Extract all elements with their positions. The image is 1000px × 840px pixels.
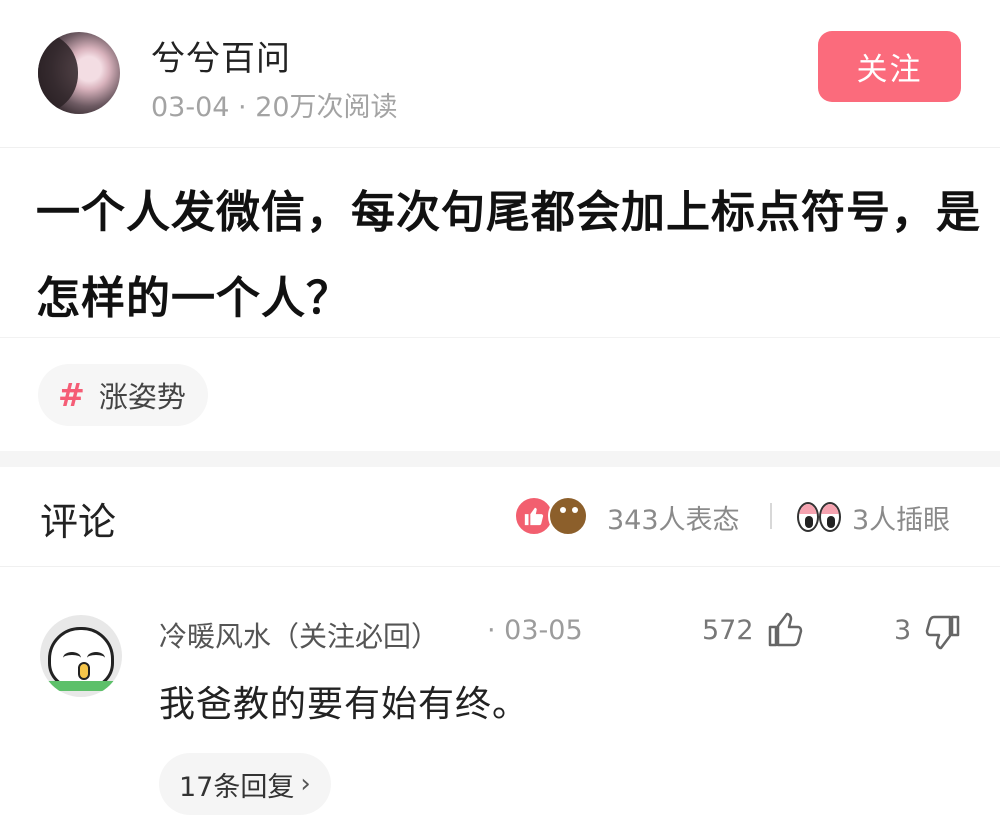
author-name[interactable]: 兮兮百问 — [151, 31, 291, 80]
thumbs-up-icon[interactable] — [766, 609, 804, 649]
follow-button[interactable]: 关注 — [818, 31, 961, 102]
divider — [0, 337, 1000, 338]
commenter-name[interactable]: 冷暖风水（关注必回） — [159, 615, 439, 655]
eye-count[interactable]: 3人插眼 — [852, 498, 950, 537]
post-header: 兮兮百问 03-04 · 20万次阅读 关注 — [0, 0, 1000, 148]
post-meta: 03-04 · 20万次阅读 — [151, 92, 398, 123]
comment-date: · 03-05 — [487, 615, 583, 646]
hash-icon: # — [58, 376, 85, 414]
post-title: 一个人发微信，每次句尾都会加上标点符号，是怎样的一个人？ — [36, 187, 981, 324]
section-gap — [0, 451, 1000, 467]
comments-header: 评论 343人表态 3人插眼 — [0, 467, 1000, 567]
bird-face — [48, 627, 114, 689]
comment-dislike-count: 3 — [894, 615, 912, 646]
comment-item: 冷暖风水（关注必回） · 03-05 572 3 我爸教的要有始有终。 17条回… — [0, 567, 1000, 840]
reaction-icons[interactable] — [514, 496, 588, 536]
avatar-green-band — [48, 681, 114, 691]
view-replies-button[interactable]: 17条回复 › — [159, 753, 331, 815]
reactions-count[interactable]: 343人表态 — [607, 498, 740, 537]
right-eye — [819, 502, 841, 532]
chevron-right-icon: › — [300, 769, 311, 799]
replies-label: 17条回复 — [179, 771, 295, 803]
left-eye — [797, 502, 819, 532]
thumbs-down-icon[interactable] — [922, 613, 962, 653]
comment-text: 我爸教的要有始有终。 — [159, 684, 530, 725]
avatar-hair — [38, 32, 78, 114]
eyes-icon[interactable] — [797, 496, 845, 536]
topic-tag[interactable]: # 涨姿势 — [38, 364, 208, 426]
mole-reaction-icon — [548, 496, 588, 536]
bird-eye — [87, 652, 105, 664]
topic-tag-label: 涨姿势 — [98, 380, 186, 414]
separator — [770, 503, 772, 529]
bird-beak — [78, 662, 90, 680]
comment-like-count: 572 — [702, 615, 754, 646]
author-avatar[interactable] — [38, 32, 120, 114]
comments-title: 评论 — [40, 500, 117, 544]
commenter-avatar[interactable] — [40, 615, 122, 697]
bird-eye — [63, 652, 81, 664]
